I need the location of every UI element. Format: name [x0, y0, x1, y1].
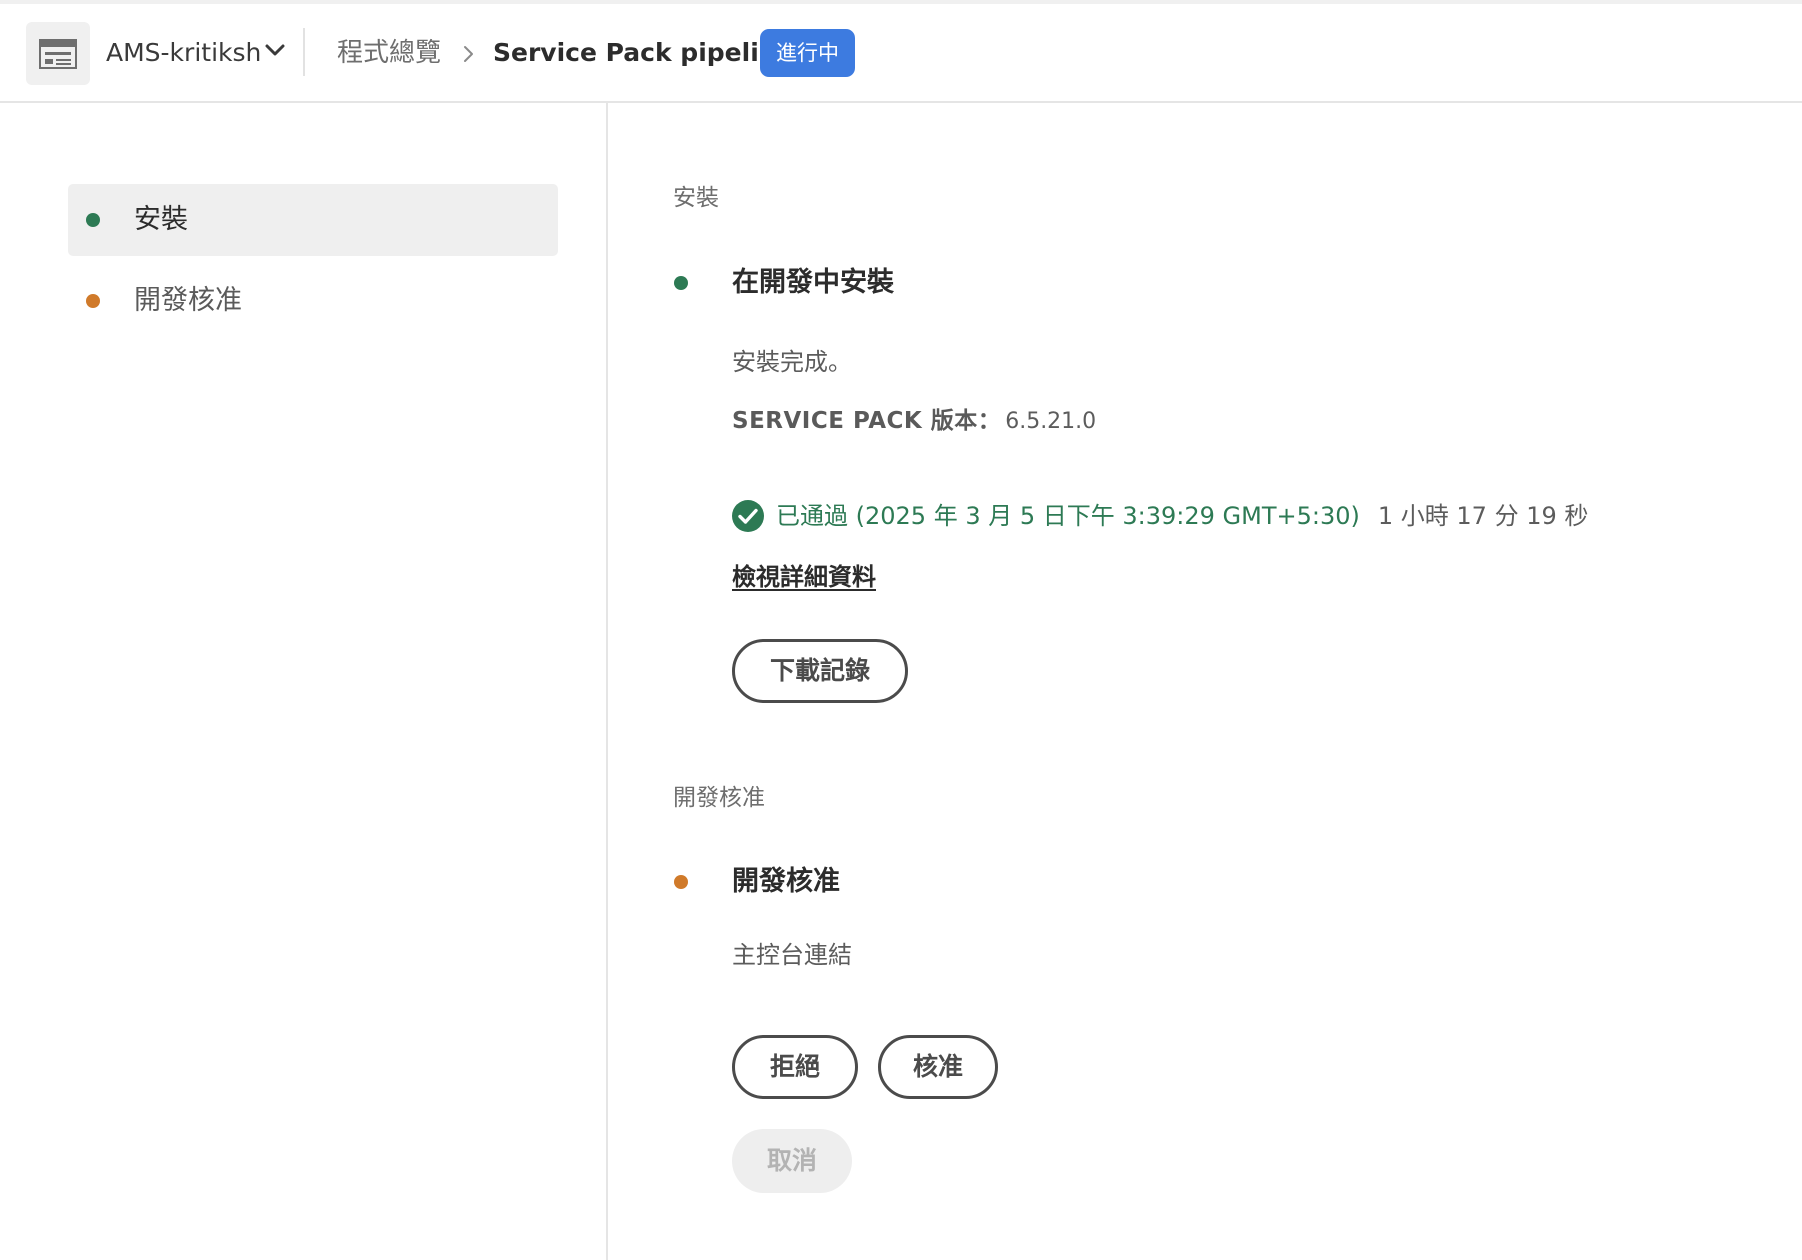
reject-button[interactable]: 拒絕 — [732, 1035, 858, 1099]
top-header: AMS-kritiksh 程式總覽 Service Pack pipeline … — [0, 0, 1802, 103]
install-message: 安裝完成。 — [732, 348, 852, 376]
approve-button[interactable]: 核准 — [878, 1035, 998, 1099]
duration-text: 1 小時 17 分 19 秒 — [1377, 502, 1589, 530]
status-badge: 進行中 — [760, 29, 855, 77]
download-log-button[interactable]: 下載記錄 — [732, 639, 908, 703]
sidebar-item-install[interactable]: 安裝 — [68, 184, 558, 256]
breadcrumb-program-overview[interactable]: 程式總覽 — [337, 36, 441, 70]
passed-status-row: 已通過 (2025 年 3 月 5 日下午 3:39:29 GMT+5:30) … — [732, 499, 1588, 533]
console-link-text: 主控台連結 — [732, 941, 852, 969]
version-label: SERVICE PACK 版本： — [732, 408, 1002, 434]
app-switcher-button[interactable] — [26, 22, 90, 85]
chevron-right-icon — [464, 46, 473, 62]
layout-icon — [39, 38, 77, 69]
program-selector-label[interactable]: AMS-kritiksh — [106, 36, 261, 70]
cancel-button[interactable]: 取消 — [732, 1129, 852, 1193]
header-top-border — [0, 0, 1802, 4]
checkmark-circle-icon — [732, 500, 764, 532]
status-dot-success — [674, 276, 688, 290]
sidebar-item-label: 安裝 — [134, 204, 188, 235]
main-content: 安裝 在開發中安裝 安裝完成。 SERVICE PACK 版本： 6.5.21.0… — [610, 103, 1802, 1260]
status-dot-pending — [674, 875, 688, 889]
sidebar-item-label: 開發核准 — [134, 285, 242, 316]
version-row: SERVICE PACK 版本： 6.5.21.0 — [732, 405, 1096, 439]
step-title-approval: 開發核准 — [732, 866, 840, 897]
section-label-install: 安裝 — [673, 185, 719, 211]
breadcrumb-current-pipeline: Service Pack pipeline — [493, 38, 794, 67]
step-sidebar: 安裝 開發核准 — [0, 103, 608, 1260]
section-label-approval: 開發核准 — [673, 785, 765, 811]
passed-timestamp: 已通過 (2025 年 3 月 5 日下午 3:39:29 GMT+5:30) — [776, 502, 1360, 530]
header-divider — [303, 28, 305, 76]
sidebar-item-dev-approval[interactable]: 開發核准 — [68, 265, 558, 337]
status-dot-success — [86, 213, 100, 227]
view-details-link[interactable]: 檢視詳細資料 — [732, 561, 876, 593]
version-value: 6.5.21.0 — [1005, 409, 1097, 434]
status-dot-pending — [86, 294, 100, 308]
step-title-install: 在開發中安裝 — [732, 267, 894, 298]
chevron-down-icon[interactable] — [265, 44, 285, 58]
